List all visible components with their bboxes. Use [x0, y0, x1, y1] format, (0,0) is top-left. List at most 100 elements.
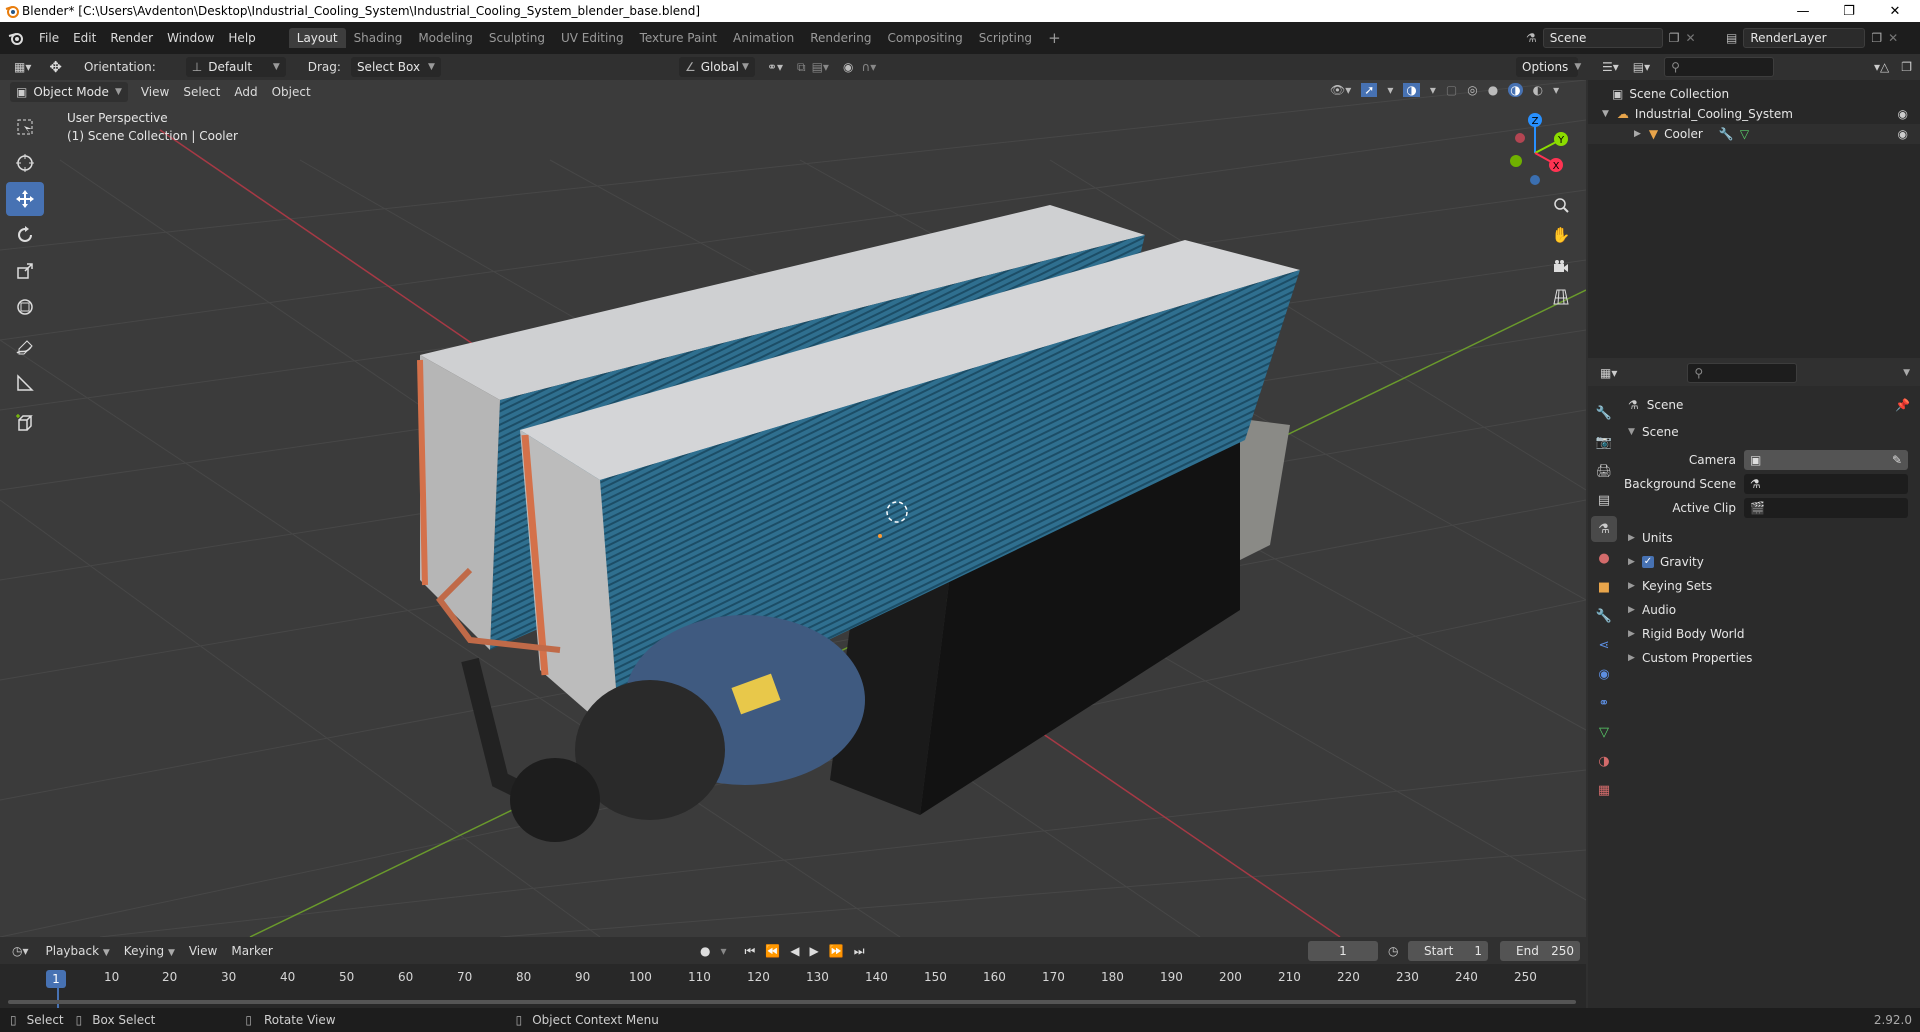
- mode-dropdown[interactable]: ▣ Object Mode ▼: [10, 82, 128, 102]
- keying-sets-panel[interactable]: ▶ Keying Sets: [1620, 574, 1920, 598]
- rendered-shading-icon[interactable]: ◐: [1533, 83, 1543, 97]
- wireframe-shading-icon[interactable]: ◎: [1467, 83, 1477, 97]
- menu-help[interactable]: Help: [221, 31, 262, 45]
- xray-icon[interactable]: ▢: [1446, 83, 1457, 97]
- add-cube-tool[interactable]: [6, 406, 44, 440]
- output-tab-icon[interactable]: 🖨: [1591, 458, 1617, 484]
- jump-keyframe-back-icon[interactable]: ⏪: [765, 944, 780, 959]
- active-clip-field[interactable]: 🎬: [1744, 498, 1908, 518]
- view-layer-tab-icon[interactable]: ▤: [1591, 487, 1617, 513]
- tab-texture-paint[interactable]: Texture Paint: [632, 28, 725, 48]
- outliner-collection-row[interactable]: ▼ ☁ Industrial_Cooling_System ◉: [1588, 104, 1920, 124]
- outliner-editor-icon[interactable]: ☰▾: [1602, 60, 1619, 74]
- end-frame-field[interactable]: End 250: [1500, 941, 1580, 961]
- camera-field[interactable]: ▣ ✎: [1744, 450, 1908, 470]
- modifier-tab-icon[interactable]: 🔧: [1591, 603, 1617, 629]
- render-tab-icon[interactable]: 📷: [1591, 429, 1617, 455]
- solid-shading-icon[interactable]: ●: [1488, 83, 1498, 97]
- frame-ruler[interactable]: 1 10 20 30 40 50 60 70 80 90 100 110 120…: [0, 970, 1586, 1008]
- pivot-point-icon[interactable]: ⚭▾: [767, 60, 783, 74]
- tab-compositing[interactable]: Compositing: [879, 28, 970, 48]
- audio-panel[interactable]: ▶ Audio: [1620, 598, 1920, 622]
- timeline-menu-keying[interactable]: Keying ▼: [117, 944, 182, 958]
- gizmo-menu-icon[interactable]: ▾: [1387, 83, 1393, 97]
- shading-menu-icon[interactable]: ▾: [1553, 83, 1559, 97]
- new-scene-icon[interactable]: ❐: [1669, 31, 1680, 45]
- scene-icon[interactable]: ⚗: [1526, 31, 1537, 45]
- add-workspace-button[interactable]: +: [1040, 29, 1069, 47]
- rigid-body-world-panel[interactable]: ▶ Rigid Body World: [1620, 622, 1920, 646]
- tab-rendering[interactable]: Rendering: [802, 28, 879, 48]
- timeline-menu-marker[interactable]: Marker: [224, 944, 279, 958]
- tab-animation[interactable]: Animation: [725, 28, 802, 48]
- editor-type-icon[interactable]: ▦▾: [14, 60, 31, 74]
- scene-selector[interactable]: Scene: [1542, 28, 1663, 48]
- background-scene-field[interactable]: ⚗: [1744, 474, 1908, 494]
- gravity-panel[interactable]: ▶ ✓ Gravity: [1620, 550, 1920, 574]
- tool-tab-icon[interactable]: 🔧: [1591, 400, 1617, 426]
- perspective-toggle-icon[interactable]: [1548, 284, 1574, 310]
- tab-layout[interactable]: Layout: [288, 28, 346, 48]
- world-tab-icon[interactable]: ●: [1591, 545, 1617, 571]
- scene-panel-header[interactable]: ▼ Scene: [1620, 420, 1920, 444]
- blender-menu-icon[interactable]: [8, 30, 24, 46]
- outliner-search-input[interactable]: ⚲: [1664, 57, 1775, 77]
- units-panel[interactable]: ▶ Units: [1620, 526, 1920, 550]
- filter-icon[interactable]: ▾△: [1874, 60, 1889, 74]
- viewport-menu-view[interactable]: View: [134, 85, 176, 99]
- minimize-button[interactable]: —: [1780, 0, 1826, 22]
- eye-icon[interactable]: ◉: [1898, 107, 1908, 121]
- transform-space-dropdown[interactable]: ∠ Global ▼: [678, 57, 755, 77]
- eyedropper-icon[interactable]: ✎: [1892, 453, 1902, 467]
- visibility-icon[interactable]: 👁▾: [1330, 83, 1351, 97]
- tab-shading[interactable]: Shading: [346, 28, 411, 48]
- viewport-menu-select[interactable]: Select: [176, 85, 227, 99]
- pin-icon[interactable]: 📌: [1895, 398, 1910, 412]
- eye-icon[interactable]: ◉: [1898, 127, 1908, 141]
- physics-tab-icon[interactable]: ◉: [1591, 661, 1617, 687]
- options-dropdown[interactable]: Options ▼: [1516, 57, 1581, 77]
- chevron-down-icon[interactable]: ▼: [1903, 368, 1910, 378]
- camera-view-icon[interactable]: [1548, 254, 1574, 280]
- drag-dropdown[interactable]: Select Box ▼: [350, 57, 441, 77]
- menu-window[interactable]: Window: [160, 31, 221, 45]
- record-icon[interactable]: ●: [700, 944, 710, 959]
- tab-uv-editing[interactable]: UV Editing: [553, 28, 632, 48]
- new-collection-icon[interactable]: ❐: [1901, 60, 1912, 74]
- play-reverse-icon[interactable]: ◀: [790, 944, 799, 959]
- current-frame-field[interactable]: 1: [1308, 941, 1378, 961]
- start-frame-field[interactable]: Start 1: [1408, 941, 1488, 961]
- custom-properties-panel[interactable]: ▶ Custom Properties: [1620, 646, 1920, 670]
- expand-arrow-icon[interactable]: ▶: [1634, 129, 1641, 139]
- timeline-scrollbar[interactable]: [8, 1000, 1576, 1004]
- render-layer-icon[interactable]: ▤: [1726, 31, 1737, 45]
- transform-tool[interactable]: [6, 290, 44, 324]
- gravity-checkbox[interactable]: ✓: [1642, 556, 1654, 568]
- timeline-menu-playback[interactable]: Playback ▼: [39, 944, 117, 958]
- texture-tab-icon[interactable]: ▦: [1591, 777, 1617, 803]
- proportional-edit-icon[interactable]: ◉: [843, 60, 853, 74]
- move-tool[interactable]: [6, 182, 44, 216]
- new-layer-icon[interactable]: ❐: [1871, 31, 1882, 45]
- viewport-menu-add[interactable]: Add: [227, 85, 264, 99]
- playhead-frame[interactable]: 1: [46, 970, 66, 988]
- navigation-gizmo[interactable]: Z Y X: [1500, 108, 1570, 188]
- jump-keyframe-forward-icon[interactable]: ⏩: [829, 944, 844, 959]
- jump-end-icon[interactable]: ⏭: [854, 944, 865, 959]
- outliner-scene-collection[interactable]: ▣ Scene Collection: [1588, 84, 1920, 104]
- snap-target-icon[interactable]: ▤▾: [812, 60, 829, 74]
- close-button[interactable]: ✕: [1872, 0, 1918, 22]
- properties-search-input[interactable]: ⚲: [1687, 363, 1798, 383]
- expand-arrow-icon[interactable]: ▼: [1602, 109, 1609, 119]
- outliner-object-row[interactable]: ▶ ▼ Cooler 🔧 ▽ ◉: [1588, 124, 1920, 144]
- display-mode-icon[interactable]: ▤▾: [1633, 60, 1650, 74]
- select-box-tool[interactable]: [6, 110, 44, 144]
- render-layer-selector[interactable]: RenderLayer: [1743, 28, 1866, 48]
- maximize-button[interactable]: ❐: [1826, 0, 1872, 22]
- rotate-tool[interactable]: [6, 218, 44, 252]
- overlay-toggle-icon[interactable]: ◑: [1403, 83, 1420, 97]
- material-tab-icon[interactable]: ◑: [1591, 748, 1617, 774]
- 3d-viewport[interactable]: [0, 80, 1586, 937]
- menu-file[interactable]: File: [32, 31, 66, 45]
- overlay-menu-icon[interactable]: ▾: [1430, 83, 1436, 97]
